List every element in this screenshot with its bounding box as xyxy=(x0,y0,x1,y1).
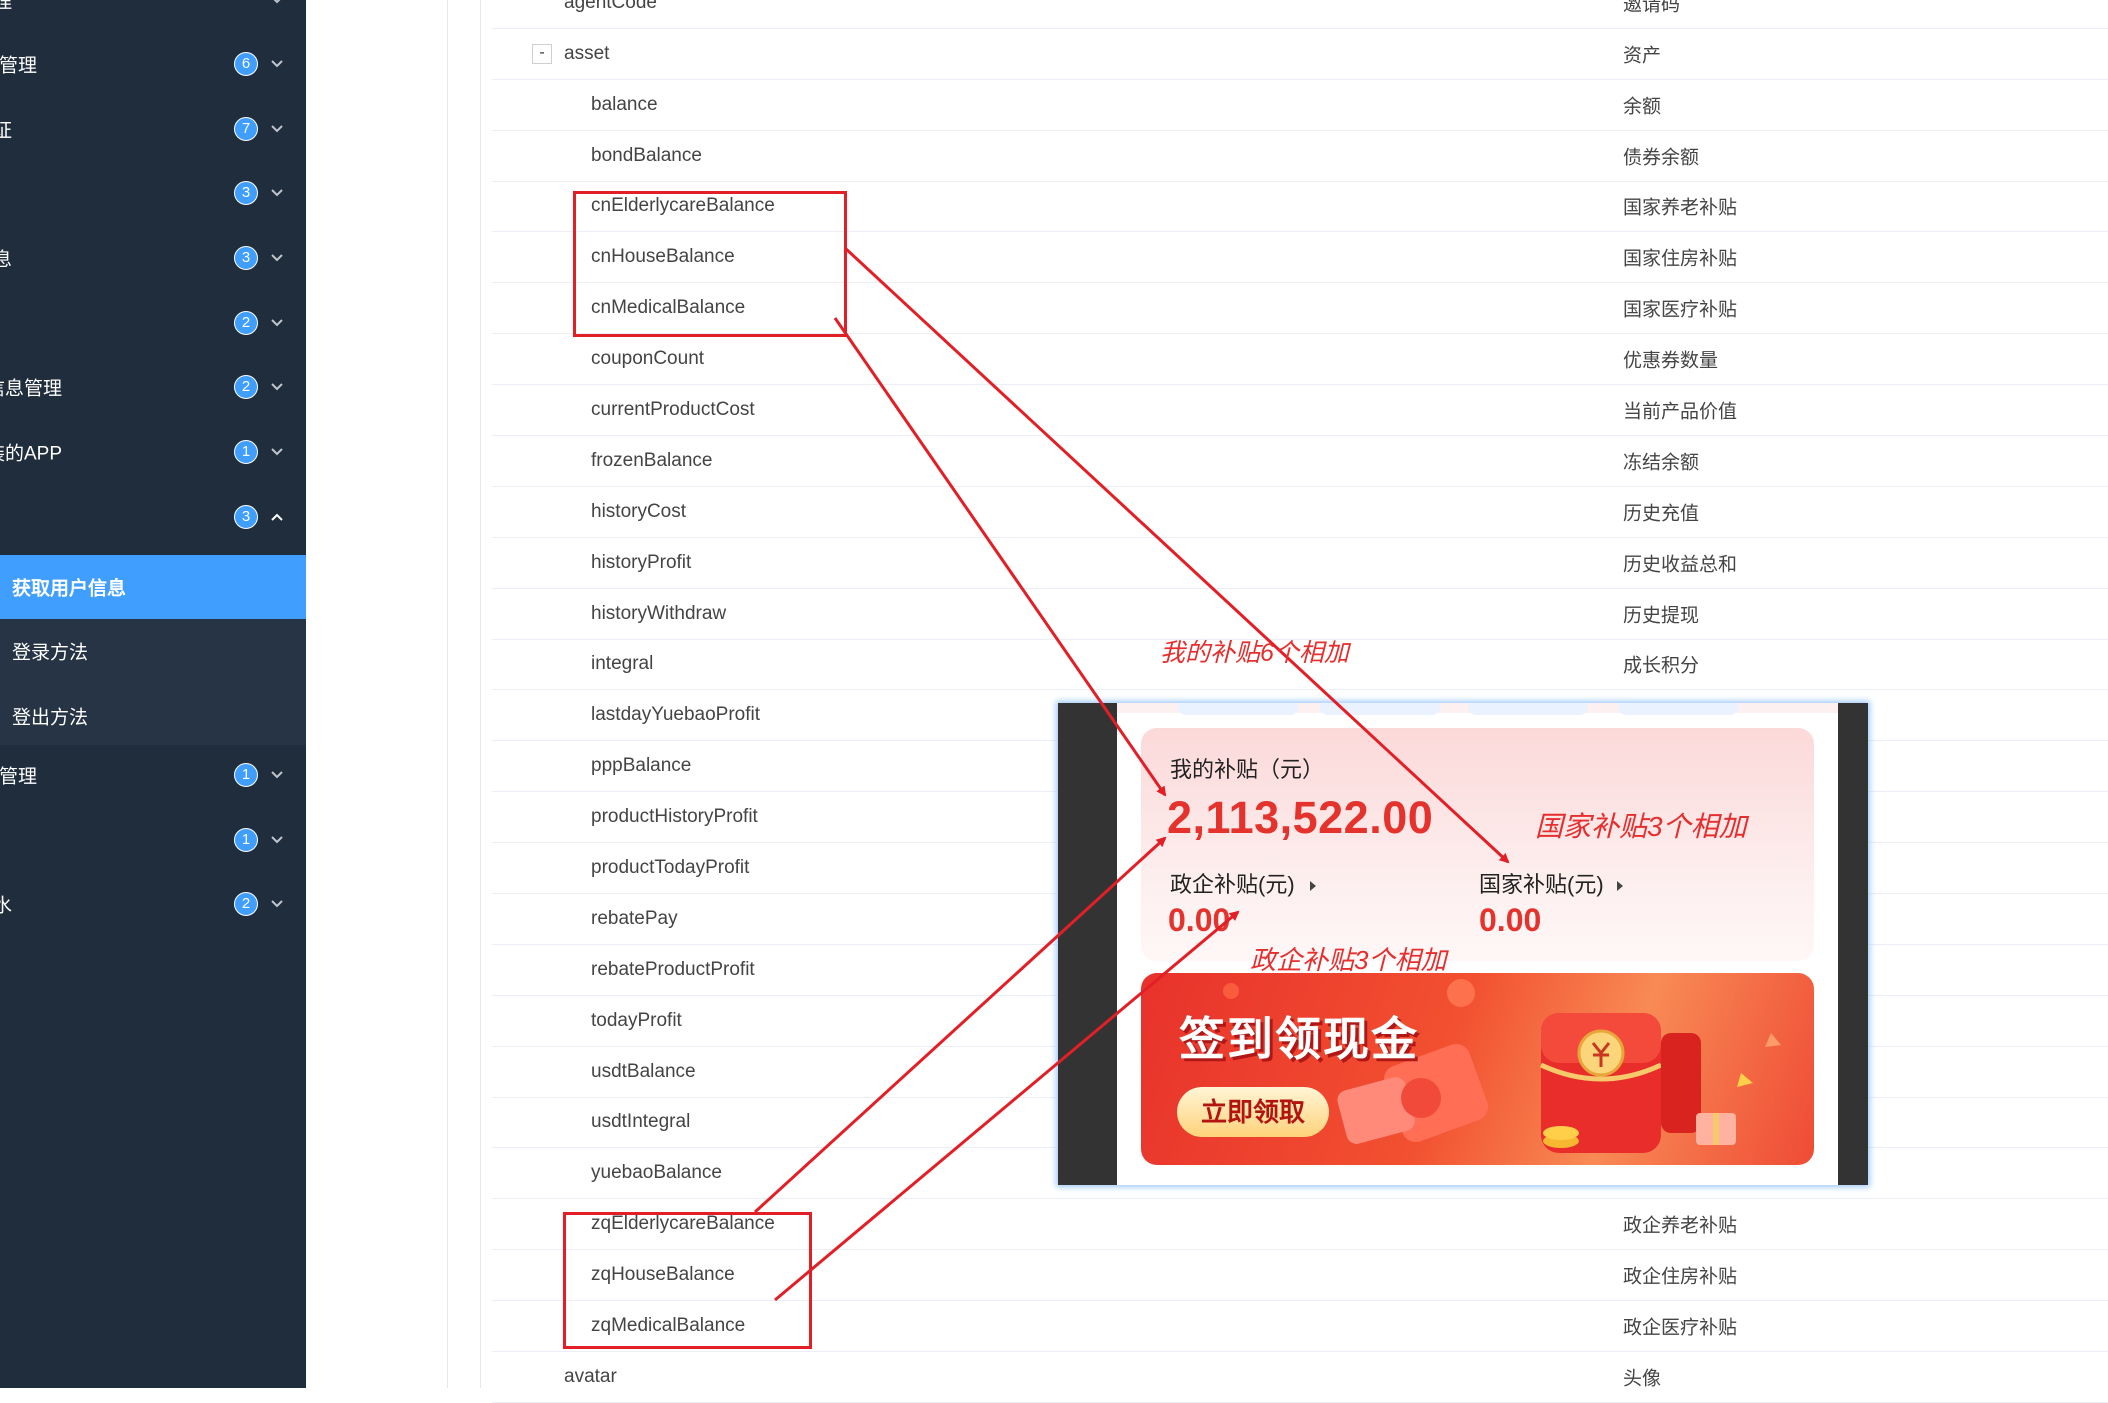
annotation-national-subsidy: 国家补贴3个相加 xyxy=(1535,811,1747,842)
annotation-arrows xyxy=(753,246,1510,1302)
annotation-gov-ent-subsidy: 政企补贴3个相加 xyxy=(1250,945,1447,975)
arrow-to-national-subsidy xyxy=(843,246,1510,864)
annotation-my-subsidy: 我的补贴6个相加 xyxy=(1160,639,1349,667)
arrow-to-gov-ent-subsidy xyxy=(774,910,1240,1302)
